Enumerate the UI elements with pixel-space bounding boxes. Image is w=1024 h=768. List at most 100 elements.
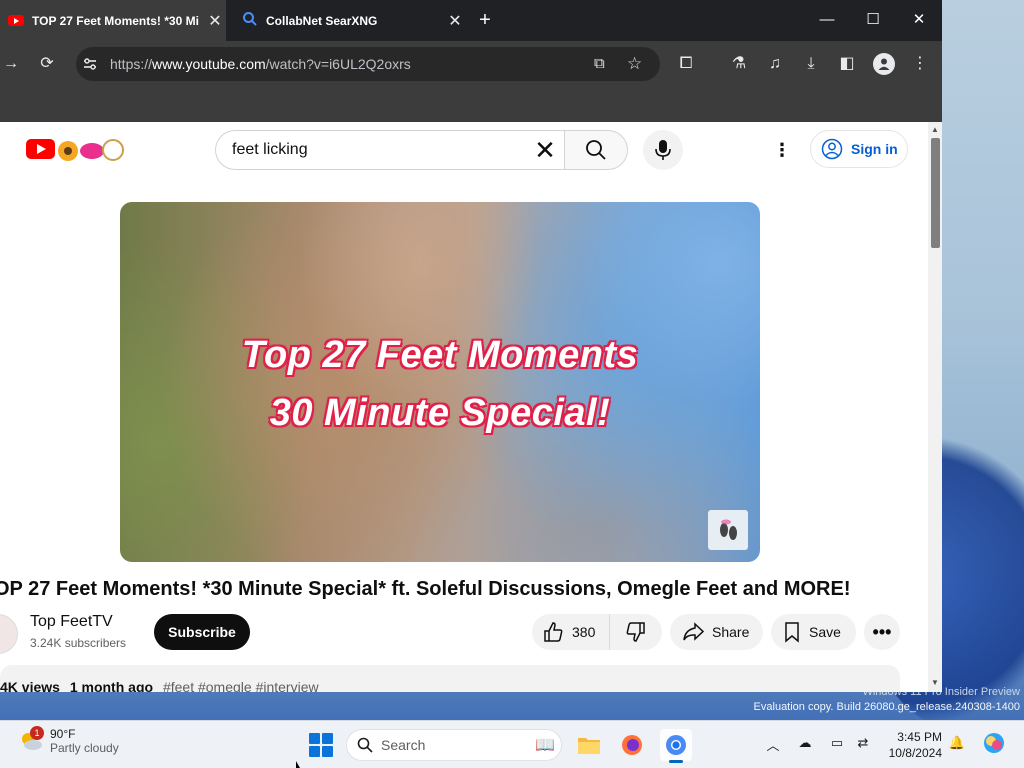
display-icon[interactable]: ▭ xyxy=(828,735,846,753)
like-dislike-group: 380 xyxy=(532,614,662,650)
tab-title: CollabNet SearXNG xyxy=(266,13,378,28)
thumbs-up-icon xyxy=(544,622,563,642)
address-bar[interactable]: https://www.youtube.com/watch?v=i6UL2Q2o… xyxy=(76,47,660,81)
search-icon xyxy=(242,11,258,30)
thumbnail-title-line1: Top 27 Feet Moments xyxy=(241,334,639,376)
system-clock[interactable]: 3:45 PM 10/8/2024 xyxy=(882,729,942,761)
clock-time: 3:45 PM xyxy=(897,730,942,744)
settings-menu-icon[interactable]: ⋮ xyxy=(772,138,792,162)
clock-date: 10/8/2024 xyxy=(888,746,942,760)
channel-name[interactable]: Top FeetTV xyxy=(30,613,113,631)
doodle-logo[interactable] xyxy=(58,137,126,163)
weather-condition: Partly cloudy xyxy=(50,741,119,755)
temperature: 90°F xyxy=(50,727,76,741)
reload-icon[interactable]: ⟳ xyxy=(36,53,58,75)
search-highlight-icon: 📖 xyxy=(535,737,555,754)
tab-strip: TOP 27 Feet Moments! *30 Mi ✕ CollabNet … xyxy=(0,0,942,41)
onedrive-offline-icon[interactable]: ☁ xyxy=(796,735,814,753)
page-scrollbar[interactable]: ▲ ▼ xyxy=(928,122,942,692)
taskbar-search[interactable]: Search 📖 xyxy=(346,729,562,761)
file-explorer-icon[interactable] xyxy=(573,729,605,761)
taskbar-search-label: Search xyxy=(381,737,426,753)
video-player[interactable]: Top 27 Feet Moments 30 Minute Special! xyxy=(120,202,760,562)
search-input[interactable]: feet licking ✕ xyxy=(215,130,565,170)
hashtags[interactable]: #feet #omegle #interview xyxy=(163,679,319,692)
share-button[interactable]: Share xyxy=(670,614,763,650)
profile-icon[interactable] xyxy=(873,53,895,75)
forward-icon[interactable]: → xyxy=(0,53,22,75)
like-button[interactable]: 380 xyxy=(532,614,610,650)
thumbnail-title-line2: 30 Minute Special! xyxy=(269,392,611,434)
taskbar: 1 90°F Partly cloudy Search 📖 ︿ ☁ ▭ ⇄ 3:… xyxy=(0,720,1024,768)
youtube-icon xyxy=(8,15,24,26)
maximize-button[interactable]: ☐ xyxy=(856,8,890,32)
share-label: Share xyxy=(712,624,750,640)
save-label: Save xyxy=(809,624,841,640)
side-panel-icon[interactable]: ◧ xyxy=(836,53,858,75)
subscribe-button[interactable]: Subscribe xyxy=(154,614,250,650)
notification-bell-icon[interactable]: 🔔 xyxy=(948,735,966,753)
upload-age: 1 month ago xyxy=(69,679,154,692)
firefox-icon[interactable] xyxy=(616,729,648,761)
share-icon xyxy=(683,622,704,641)
network-icon[interactable]: ⇄ xyxy=(854,735,872,753)
sign-in-button[interactable]: Sign in xyxy=(810,130,908,168)
close-tab-icon[interactable]: ✕ xyxy=(204,11,226,31)
new-tab-button[interactable]: + xyxy=(474,8,496,32)
bookmark-icon xyxy=(785,622,799,643)
clear-search-icon[interactable]: ✕ xyxy=(525,135,565,166)
minimize-button[interactable]: — xyxy=(810,8,844,32)
video-title: OP 27 Feet Moments! *30 Minute Special* … xyxy=(0,578,851,600)
url-text: https://www.youtube.com/watch?v=i6UL2Q2o… xyxy=(110,56,411,72)
copilot-icon[interactable] xyxy=(982,731,1006,755)
labs-icon[interactable]: ⚗ xyxy=(728,53,750,75)
channel-watermark[interactable] xyxy=(708,510,748,550)
search-query: feet licking xyxy=(232,141,308,158)
scroll-down-arrow-icon[interactable]: ▼ xyxy=(931,678,939,687)
watermark-build: Evaluation copy. Build 26080.ge_release.… xyxy=(753,701,1020,713)
search-icon xyxy=(586,140,606,160)
view-count: 4K views xyxy=(0,679,60,692)
bookmark-star-icon[interactable]: ☆ xyxy=(627,54,642,74)
bookmark-bar xyxy=(0,87,942,122)
close-window-button[interactable]: ✕ xyxy=(902,8,936,32)
dislike-button[interactable] xyxy=(610,621,662,643)
sign-in-label: Sign in xyxy=(851,141,898,157)
microphone-icon xyxy=(655,140,671,160)
weather-badge: 1 xyxy=(30,726,44,740)
site-info-icon[interactable] xyxy=(82,56,98,77)
install-app-icon[interactable]: ⧉ xyxy=(594,55,605,72)
thumbs-down-icon xyxy=(626,622,645,642)
mouse-cursor xyxy=(296,761,300,768)
browser-toolbar: → ⟳ https://www.youtube.com/watch?v=i6UL… xyxy=(0,41,942,87)
start-button[interactable] xyxy=(309,733,333,757)
subscriber-count: 3.24K subscribers xyxy=(30,636,127,650)
more-actions-button[interactable]: ••• xyxy=(864,614,900,650)
youtube-page: feet licking ✕ ⋮ Sign in Top 27 Feet Mom… xyxy=(0,122,928,692)
tab-title: TOP 27 Feet Moments! *30 Mi xyxy=(32,13,199,28)
channel-avatar[interactable] xyxy=(0,614,18,654)
show-hidden-icons-icon[interactable]: ︿ xyxy=(764,735,782,753)
youtube-logo[interactable] xyxy=(26,139,55,159)
tab-searxng[interactable]: CollabNet SearXNG ✕ xyxy=(234,0,466,41)
tab-youtube[interactable]: TOP 27 Feet Moments! *30 Mi ✕ xyxy=(0,0,226,41)
media-icon[interactable]: ♫ xyxy=(764,53,786,75)
close-tab-icon[interactable]: ✕ xyxy=(444,11,466,31)
description-meta: 4K views 1 month ago #feet #omegle #inte… xyxy=(0,679,319,692)
chrome-icon[interactable] xyxy=(660,729,692,763)
account-icon xyxy=(821,138,843,160)
menu-icon[interactable]: ⋮ xyxy=(909,53,931,75)
search-icon xyxy=(357,737,373,753)
weather-widget[interactable]: 1 90°F Partly cloudy xyxy=(18,726,119,755)
footprints-icon xyxy=(720,519,737,540)
scroll-up-arrow-icon[interactable]: ▲ xyxy=(931,125,939,134)
partly-cloudy-icon: 1 xyxy=(18,726,44,754)
browser-window: TOP 27 Feet Moments! *30 Mi ✕ CollabNet … xyxy=(0,0,942,692)
extensions-icon[interactable]: ⧠ xyxy=(675,53,697,75)
like-count: 380 xyxy=(572,624,596,640)
voice-search-button[interactable] xyxy=(643,130,683,170)
scrollbar-thumb[interactable] xyxy=(931,138,940,248)
download-icon[interactable]: ⤓ xyxy=(800,53,822,75)
search-button[interactable] xyxy=(564,130,628,170)
save-button[interactable]: Save xyxy=(771,614,856,650)
